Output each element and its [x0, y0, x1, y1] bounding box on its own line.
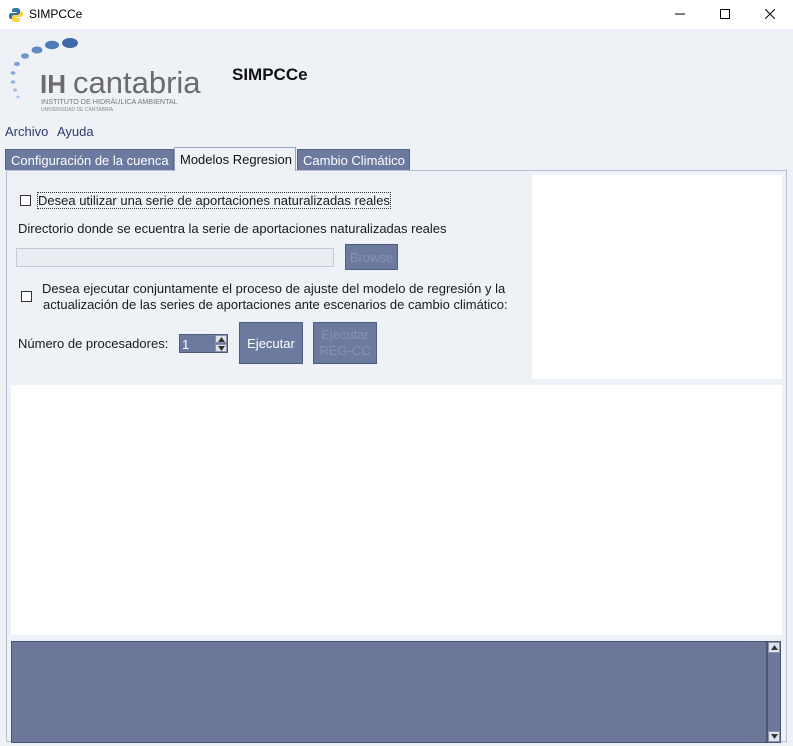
app-title: SIMPCCe — [232, 65, 308, 84]
svg-text:IH: IH — [40, 69, 66, 99]
svg-text:INSTITUTO DE HIDRÁULICA AMBIEN: INSTITUTO DE HIDRÁULICA AMBIENTAL — [41, 97, 178, 106]
console-area[interactable] — [11, 641, 767, 743]
directory-label: Directorio donde se ecuentra la serie de… — [18, 221, 447, 236]
svg-text:UNIVERSIDAD DE CANTABRIA: UNIVERSIDAD DE CANTABRIA — [41, 107, 114, 113]
joint-run-label-line1: Desea ejecutar conjuntamente el proceso … — [42, 281, 506, 296]
maximize-button[interactable] — [702, 0, 748, 29]
close-button[interactable] — [747, 0, 793, 29]
title-bar: SIMPCCe — [0, 0, 793, 29]
minimize-button[interactable] — [657, 0, 703, 29]
menu-ayuda[interactable]: Ayuda — [57, 124, 94, 139]
processors-value[interactable]: 1 — [182, 337, 189, 352]
output-area — [11, 385, 782, 635]
menu-bar: Archivo Ayuda — [0, 122, 793, 142]
processors-label: Número de procesadores: — [18, 336, 169, 351]
arrow-up-icon — [771, 645, 778, 650]
spinner-arrows — [215, 335, 227, 352]
tab-configuracion-cuenca[interactable]: Configuración de la cuenca — [5, 149, 174, 170]
tab-modelos-regresion[interactable]: Modelos Regresion — [174, 147, 296, 171]
menu-archivo[interactable]: Archivo — [5, 124, 48, 139]
arrow-down-icon — [218, 346, 225, 351]
run-button[interactable]: Ejecutar — [239, 322, 303, 364]
arrow-up-icon — [218, 337, 225, 342]
browse-button[interactable]: Browse — [345, 244, 398, 270]
console-scrollbar[interactable] — [767, 641, 781, 743]
ihcantabria-logo: IH cantabria INSTITUTO DE HIDRÁULICA AMB… — [10, 38, 201, 113]
scroll-up-button[interactable] — [768, 642, 780, 653]
svg-text:cantabria: cantabria — [73, 65, 201, 100]
real-series-checkbox[interactable] — [20, 195, 31, 206]
joint-run-label-line2: actualización de las series de aportacio… — [43, 297, 508, 312]
close-icon — [765, 9, 775, 19]
joint-run-checkbox[interactable] — [21, 291, 32, 302]
tab-cambio-climatico[interactable]: Cambio Climático — [297, 149, 410, 170]
python-icon — [9, 8, 23, 22]
arrow-down-icon — [771, 734, 778, 739]
minimize-icon — [675, 13, 685, 15]
scroll-down-button[interactable] — [768, 731, 780, 742]
run-reg-cc-line1: Ejecutar — [321, 327, 369, 342]
spinner-down-button[interactable] — [215, 344, 227, 352]
real-series-checkbox-label[interactable]: Desea utilizar una serie de aportaciones… — [37, 192, 391, 209]
directory-input[interactable] — [16, 248, 334, 267]
processors-spinner[interactable]: 1 — [179, 334, 228, 353]
window-title: SIMPCCe — [29, 7, 83, 21]
maximize-icon — [720, 9, 730, 19]
header: IH cantabria INSTITUTO DE HIDRÁULICA AMB… — [0, 29, 793, 119]
run-reg-cc-button[interactable]: Ejecutar REG-CC — [313, 322, 377, 364]
spinner-up-button[interactable] — [215, 335, 227, 343]
run-reg-cc-line2: REG-CC — [319, 343, 371, 358]
preview-area — [532, 175, 782, 379]
